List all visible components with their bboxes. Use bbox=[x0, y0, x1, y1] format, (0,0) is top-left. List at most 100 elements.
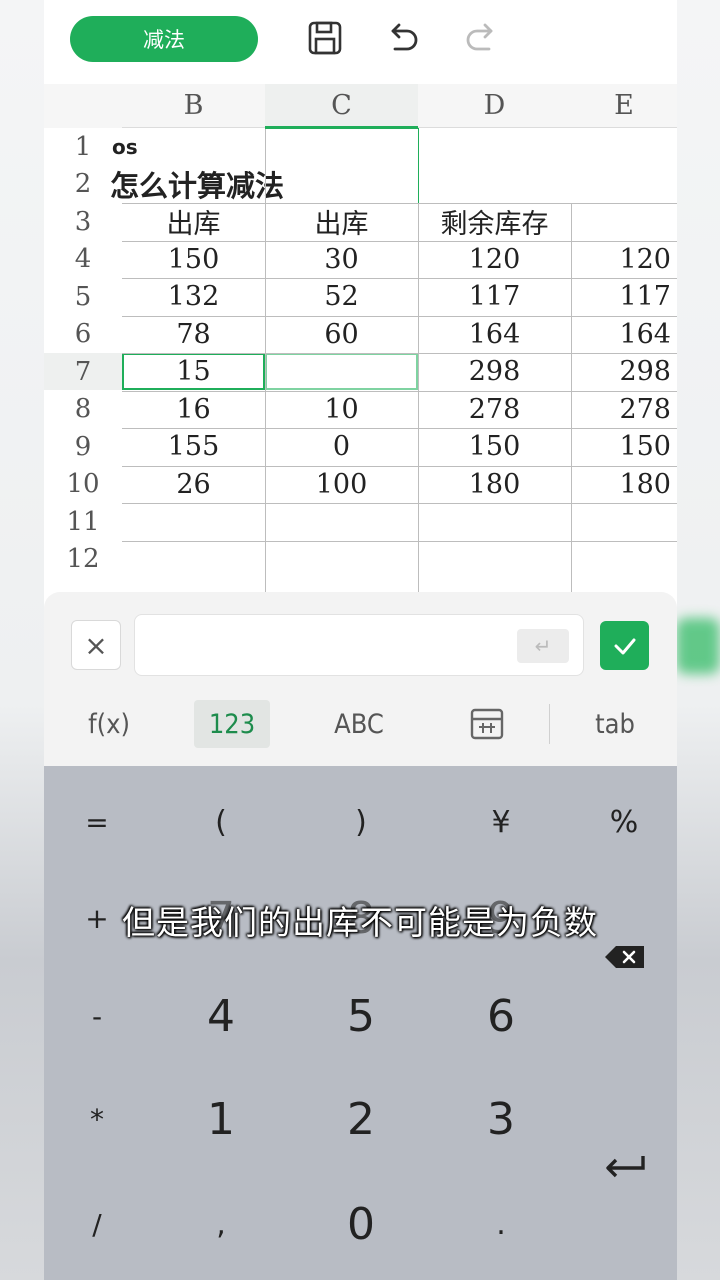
row-header-12[interactable]: 12 bbox=[44, 540, 122, 578]
formula-input[interactable]: ↵ bbox=[134, 614, 584, 676]
cell-c5[interactable]: 52 bbox=[265, 278, 418, 315]
grid-line bbox=[122, 278, 677, 279]
row-header-9[interactable]: 9 bbox=[44, 428, 122, 465]
cell-c7[interactable] bbox=[265, 353, 418, 390]
cell-b3[interactable]: 出库 bbox=[122, 203, 265, 240]
key-2-row1[interactable]: ) bbox=[311, 782, 411, 862]
document-title-button[interactable]: 减法 bbox=[70, 16, 258, 62]
cell-d8[interactable]: 278 bbox=[418, 391, 571, 428]
cell-d2[interactable] bbox=[418, 166, 571, 203]
row-header-1[interactable]: 1 bbox=[44, 128, 122, 165]
cell-c11[interactable] bbox=[265, 503, 418, 540]
cell-c8[interactable]: 10 bbox=[265, 391, 418, 428]
spreadsheet-grid[interactable]: B C D E 1 os 2 怎么计算减法 3 出库 出库 剩余库存 4 150 30 120 120 5… bbox=[44, 84, 677, 604]
grid-line bbox=[418, 203, 419, 604]
row-header-4[interactable]: 4 bbox=[44, 240, 122, 278]
row-header-5[interactable]: 5 bbox=[44, 278, 122, 315]
row-header-3[interactable]: 3 bbox=[44, 203, 122, 240]
mode-function[interactable]: f(x) bbox=[74, 700, 144, 748]
key-3-row1[interactable]: ¥ bbox=[451, 782, 551, 862]
cell-b10[interactable]: 26 bbox=[122, 466, 265, 503]
cell-c1[interactable] bbox=[265, 128, 418, 165]
cell-d6[interactable]: 164 bbox=[418, 316, 571, 353]
cell-e8[interactable]: 278 bbox=[571, 391, 677, 428]
key-1-row1[interactable]: ( bbox=[171, 782, 271, 862]
column-header-e[interactable]: E bbox=[571, 84, 677, 128]
cell-e3[interactable] bbox=[571, 203, 677, 240]
cell-e7[interactable]: 298 bbox=[571, 353, 677, 390]
undo-icon[interactable] bbox=[383, 18, 423, 58]
row-header-6[interactable]: 6 bbox=[44, 315, 122, 353]
column-header-c[interactable]: C bbox=[265, 84, 418, 128]
mode-alphabet[interactable]: ABC bbox=[324, 700, 394, 748]
cell-b8[interactable]: 16 bbox=[122, 391, 265, 428]
cell-b12[interactable] bbox=[122, 541, 265, 578]
cell-c9[interactable]: 0 bbox=[265, 428, 418, 465]
cell-d7[interactable]: 298 bbox=[418, 353, 571, 390]
cell-b7[interactable]: 15 bbox=[122, 353, 265, 390]
table-icon[interactable] bbox=[462, 700, 512, 748]
grid-corner[interactable] bbox=[44, 84, 122, 129]
cell-e2[interactable] bbox=[571, 166, 677, 203]
key-0-row3[interactable]: - bbox=[47, 976, 147, 1056]
key-digit-0[interactable]: 0 bbox=[311, 1184, 411, 1264]
cancel-button[interactable]: × bbox=[71, 620, 121, 670]
cell-c4[interactable]: 30 bbox=[265, 241, 418, 278]
backspace-icon[interactable] bbox=[604, 944, 646, 970]
key-digit-1[interactable]: 1 bbox=[171, 1079, 271, 1159]
cell-b1[interactable]: os bbox=[112, 128, 255, 165]
cell-e9[interactable]: 150 bbox=[571, 428, 677, 465]
cell-b11[interactable] bbox=[122, 503, 265, 540]
mode-number[interactable]: 123 bbox=[194, 700, 270, 748]
cell-c6[interactable]: 60 bbox=[265, 316, 418, 353]
cell-d3[interactable]: 剩余库存 bbox=[418, 203, 571, 240]
cell-d11[interactable] bbox=[418, 503, 571, 540]
key-3-row5[interactable]: . bbox=[451, 1184, 551, 1264]
row-header-10[interactable]: 10 bbox=[44, 465, 122, 503]
cell-b6[interactable]: 78 bbox=[122, 316, 265, 353]
cell-c3[interactable]: 出库 bbox=[265, 203, 418, 240]
cell-b9[interactable]: 155 bbox=[122, 428, 265, 465]
mode-tab[interactable]: tab bbox=[590, 700, 640, 748]
cell-b4[interactable]: 150 bbox=[122, 241, 265, 278]
row-header-7[interactable]: 7 bbox=[44, 353, 122, 390]
cell-c12[interactable] bbox=[265, 541, 418, 578]
column-header-d[interactable]: D bbox=[418, 84, 571, 128]
return-icon[interactable] bbox=[603, 1153, 647, 1181]
cell-e4[interactable]: 120 bbox=[571, 241, 677, 278]
cell-d4[interactable]: 120 bbox=[418, 241, 571, 278]
key-digit-4[interactable]: 4 bbox=[171, 976, 271, 1056]
cell-c2[interactable] bbox=[265, 166, 418, 203]
row-header-8[interactable]: 8 bbox=[44, 390, 122, 428]
cell-d10[interactable]: 180 bbox=[418, 466, 571, 503]
save-icon[interactable] bbox=[305, 18, 345, 58]
confirm-button[interactable] bbox=[600, 621, 649, 670]
cell-e11[interactable] bbox=[571, 503, 677, 540]
spreadsheet-app: 减法 B C D E 1 os 2 怎么计算减法 3 出库 出库 剩余库存 4 150 30 120 1… bbox=[44, 0, 677, 1280]
column-header-b[interactable]: B bbox=[122, 84, 265, 128]
row-header-11[interactable]: 11 bbox=[44, 503, 122, 540]
key-0-row4[interactable]: * bbox=[47, 1079, 147, 1159]
cell-d1[interactable] bbox=[418, 128, 571, 165]
cell-c10[interactable]: 100 bbox=[265, 466, 418, 503]
grid-line bbox=[122, 240, 677, 242]
key-1-row5[interactable]: , bbox=[171, 1184, 271, 1264]
redo-icon[interactable] bbox=[461, 18, 501, 58]
cell-e10[interactable]: 180 bbox=[571, 466, 677, 503]
cell-e5[interactable]: 117 bbox=[571, 278, 677, 315]
key-digit-6[interactable]: 6 bbox=[451, 976, 551, 1056]
key-digit-5[interactable]: 5 bbox=[311, 976, 411, 1056]
cell-b5[interactable]: 132 bbox=[122, 278, 265, 315]
cell-d9[interactable]: 150 bbox=[418, 428, 571, 465]
key-0-row5[interactable]: / bbox=[47, 1184, 147, 1264]
key-4-row1[interactable]: % bbox=[574, 782, 674, 862]
key-0-row1[interactable]: = bbox=[47, 782, 147, 862]
key-digit-3[interactable]: 3 bbox=[451, 1079, 551, 1159]
cell-d5[interactable]: 117 bbox=[418, 278, 571, 315]
cell-e6[interactable]: 164 bbox=[571, 316, 677, 353]
cell-e1[interactable] bbox=[571, 128, 677, 165]
key-digit-2[interactable]: 2 bbox=[311, 1079, 411, 1159]
enter-key-icon[interactable]: ↵ bbox=[517, 629, 569, 663]
cell-e12[interactable] bbox=[571, 541, 677, 578]
cell-d12[interactable] bbox=[418, 541, 571, 578]
